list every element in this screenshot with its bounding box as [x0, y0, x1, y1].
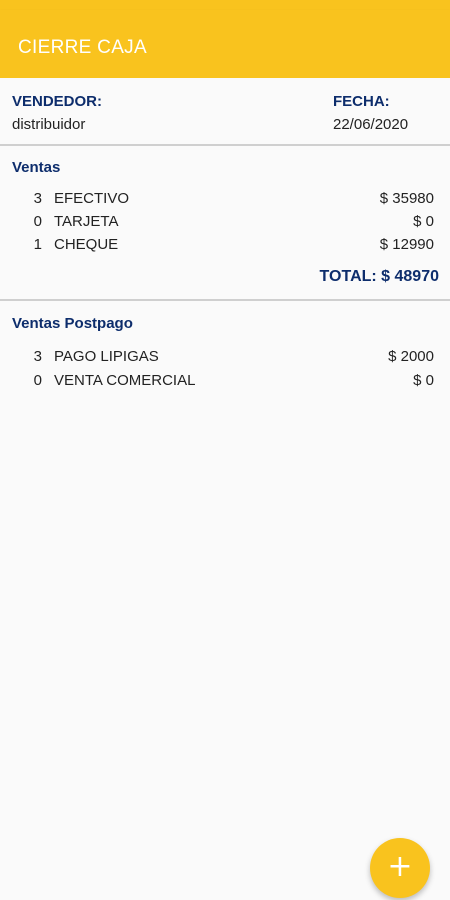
list-item: 0 TARJETA $ 0	[0, 213, 450, 235]
item-amount: $ 0	[413, 372, 434, 389]
status-bar	[0, 0, 450, 10]
plus-icon: +	[387, 849, 413, 884]
add-button[interactable]: +	[370, 838, 430, 898]
postpago-section-title: Ventas Postpago	[12, 315, 133, 332]
fecha-value: 22/06/2020	[333, 116, 409, 133]
item-name: EFECTIVO	[54, 190, 130, 207]
item-quantity: 1	[33, 236, 42, 253]
ventas-total: TOTAL: $ 48970	[319, 268, 439, 285]
list-item: 0 VENTA COMERCIAL $ 0	[0, 372, 450, 394]
divider	[0, 299, 450, 301]
list-item: 3 EFECTIVO $ 35980	[0, 190, 450, 212]
app-bar: CIERRE CAJA	[0, 10, 450, 78]
item-name: CHEQUE	[54, 236, 119, 253]
item-name: PAGO LIPIGAS	[54, 348, 159, 365]
vendedor-label: VENDEDOR:	[12, 93, 103, 110]
item-amount: $ 2000	[388, 348, 434, 365]
item-amount: $ 35980	[379, 190, 434, 207]
item-quantity: 0	[33, 213, 42, 230]
list-item: 3 PAGO LIPIGAS $ 2000	[0, 348, 450, 370]
item-quantity: 3	[33, 348, 42, 365]
item-amount: $ 0	[413, 213, 434, 230]
app-title: CIERRE CAJA	[18, 37, 147, 58]
divider	[0, 144, 450, 146]
vendedor-value: distribuidor	[12, 116, 86, 133]
item-quantity: 0	[33, 372, 42, 389]
item-quantity: 3	[33, 190, 42, 207]
item-amount: $ 12990	[379, 236, 434, 253]
ventas-section-title: Ventas	[12, 159, 61, 176]
item-name: TARJETA	[54, 213, 119, 230]
fecha-label: FECHA:	[333, 93, 390, 110]
list-item: 1 CHEQUE $ 12990	[0, 236, 450, 258]
cashier-info: VENDEDOR: distribuidor FECHA: 22/06/2020	[0, 78, 450, 144]
item-name: VENTA COMERCIAL	[54, 372, 196, 389]
